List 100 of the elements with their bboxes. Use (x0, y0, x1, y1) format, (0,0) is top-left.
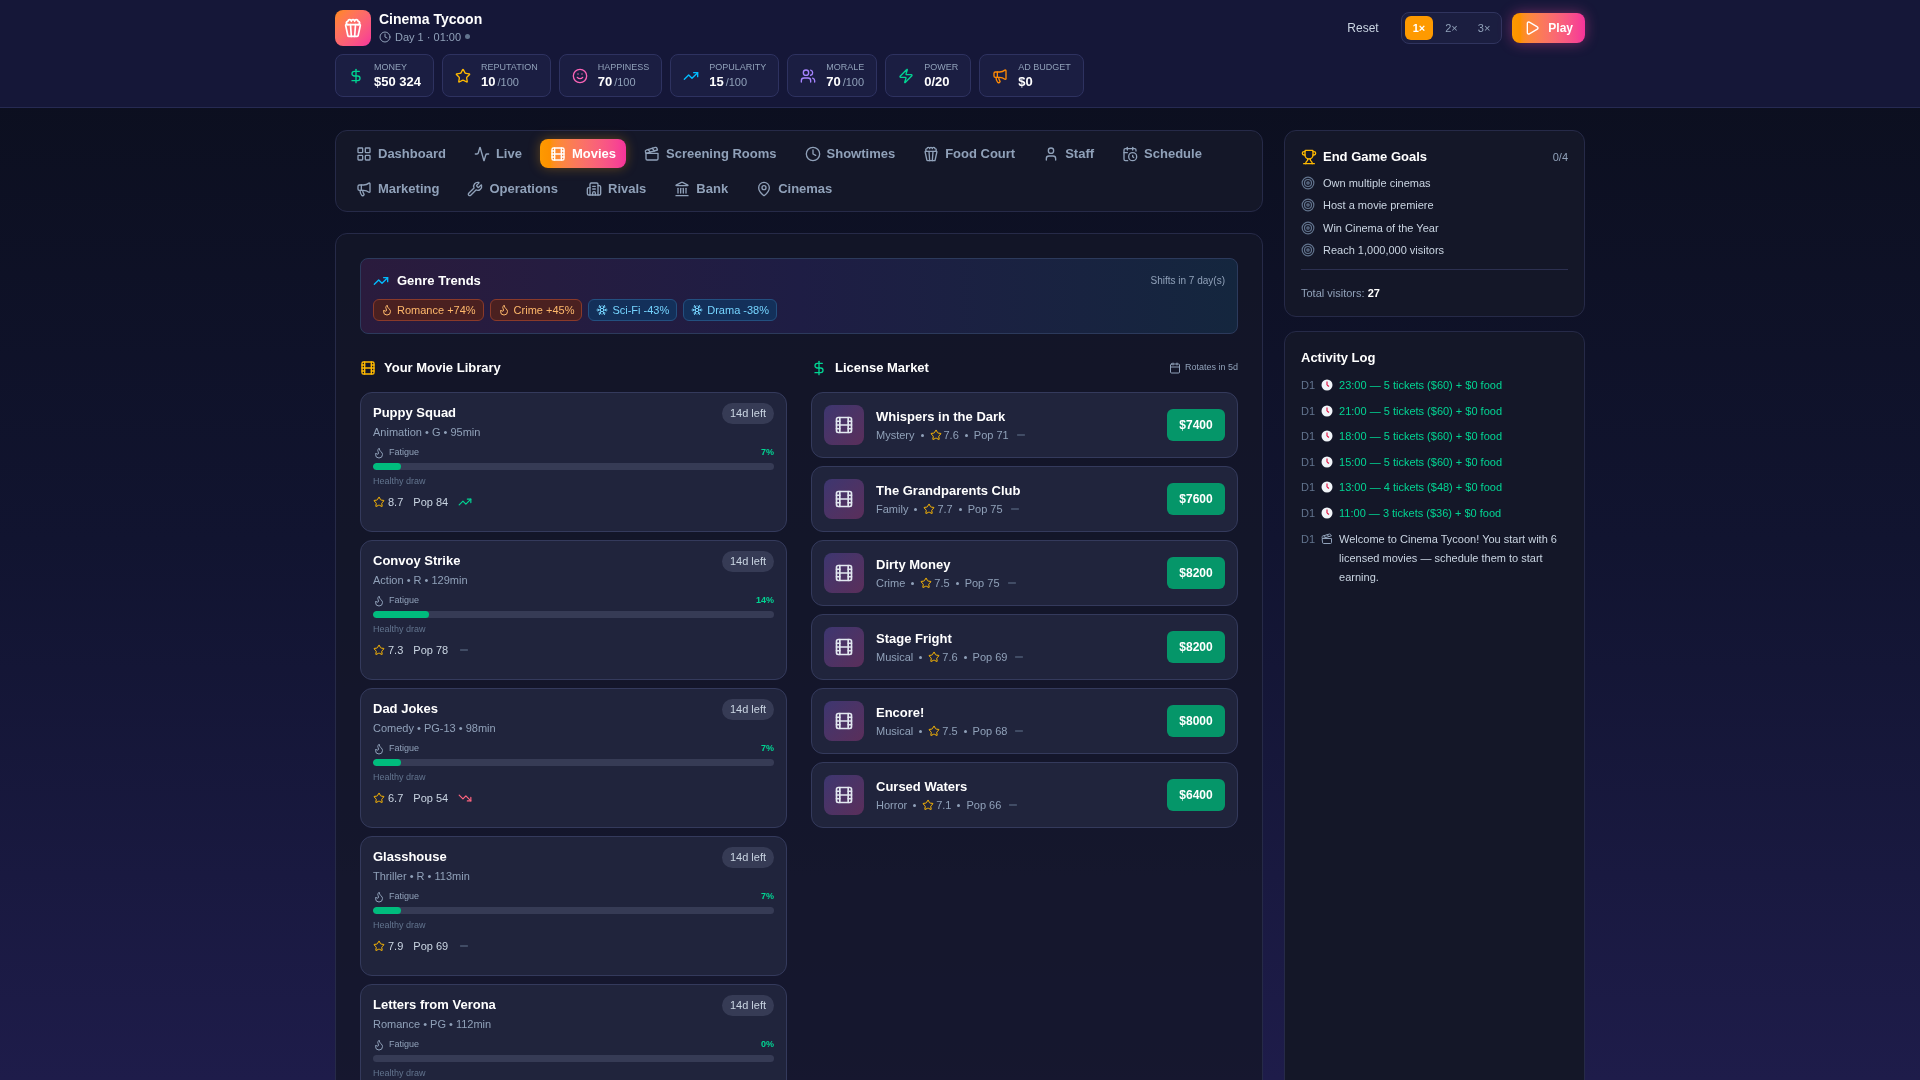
film-icon (824, 405, 864, 445)
buy-license-button[interactable]: $7600 (1167, 483, 1225, 515)
section-title: End Game Goals (1323, 148, 1428, 166)
log-day: D1 (1301, 504, 1316, 521)
days-left-badge: 14d left (721, 551, 774, 572)
nav-tab[interactable]: Operations (457, 174, 569, 203)
offer-popularity: Pop 75 (967, 502, 1003, 517)
draw-status: Healthy draw (373, 622, 427, 636)
offer-title: Dirty Money (876, 555, 952, 574)
clock-icon (1321, 506, 1334, 519)
film-icon (549, 145, 566, 162)
days-left-badge: 14d left (721, 699, 774, 720)
buy-license-button[interactable]: $7400 (1167, 409, 1225, 441)
star-icon (455, 67, 471, 84)
log-text: 13:00 — 4 tickets ($48) + $0 food (1339, 480, 1503, 495)
genre-tag: Drama -38% (683, 298, 777, 321)
nav-tab[interactable]: Live (463, 139, 532, 168)
nav-tab[interactable]: Dashboard (346, 139, 456, 168)
trophy-icon (1301, 148, 1317, 165)
speed-button[interactable]: 2× (1437, 15, 1466, 41)
days-left-badge: 14d left (721, 847, 774, 868)
buy-license-button[interactable]: $8200 (1167, 631, 1225, 663)
star-icon (373, 940, 385, 953)
buy-license-button[interactable]: $8000 (1167, 705, 1225, 737)
movie-title: Glasshouse (373, 848, 448, 866)
movie-rating: 6.7 (388, 791, 404, 806)
offer-rating: 7.6 (942, 650, 958, 665)
film-icon (824, 553, 864, 593)
stat-label: AD BUDGET (1018, 63, 1071, 72)
movie-meta: Action • R • 129min (373, 572, 468, 588)
clock-icon (1321, 455, 1334, 468)
clock-icon (804, 145, 821, 162)
star-icon (922, 799, 935, 812)
stat-value: 70 (826, 75, 841, 88)
stat-value: 70 (597, 75, 613, 88)
offer-genre: Mystery (876, 428, 915, 443)
draw-status: Healthy draw (373, 770, 427, 784)
offer-title: The Grandparents Club (876, 481, 1022, 500)
fatigue-reading: 14% (756, 594, 774, 607)
buy-license-button[interactable]: $8200 (1167, 557, 1225, 589)
nav-tab[interactable]: Bank (664, 174, 739, 203)
nav-tab[interactable]: Cinemas (746, 174, 843, 203)
fatigue-reading: 7% (761, 446, 774, 459)
clock-icon (1321, 481, 1334, 494)
buy-license-button[interactable]: $6400 (1167, 779, 1225, 811)
section-title: Your Movie Library (384, 359, 501, 378)
bank-icon (674, 180, 691, 197)
lightning-icon (898, 67, 915, 84)
offer-genre: Horror (876, 798, 908, 813)
movie-title: Letters from Verona (373, 996, 496, 1014)
stat-max: /100 (725, 77, 748, 88)
star-icon (920, 577, 933, 590)
offer-popularity: Pop 75 (964, 576, 1000, 591)
fatigue-label: Fatigue (389, 1038, 420, 1051)
nav-tab[interactable]: Showtimes (794, 139, 906, 168)
app-title: Cinema Tycoon (379, 11, 483, 29)
film-icon (824, 775, 864, 815)
offer-genre: Musical (876, 650, 914, 665)
logo-icon (335, 10, 371, 46)
stat-max: /100 (497, 77, 519, 88)
snowflake-icon (691, 303, 704, 316)
offer-popularity: Pop 68 (972, 724, 1008, 739)
reset-button[interactable]: Reset (1335, 13, 1391, 43)
nav-tab[interactable]: Rivals (576, 174, 657, 203)
clapperboard-icon (644, 145, 660, 162)
nav-tab[interactable]: Food Court (913, 139, 1026, 168)
fatigue-reading: 7% (761, 890, 774, 903)
stat-value: $50 324 (374, 75, 421, 88)
stat-label: MONEY (374, 63, 408, 72)
nav-tab[interactable]: Staff (1033, 139, 1105, 168)
log-text: Welcome to Cinema Tycoon! You start with 6 licensed movies — schedule them to start earning. (1339, 532, 1558, 585)
nav-tab[interactable]: Screening Rooms (634, 139, 787, 168)
clapperboard-icon (1321, 533, 1334, 545)
pin-icon (756, 180, 773, 197)
log-day: D1 (1301, 428, 1316, 445)
offer-genre: Musical (876, 724, 914, 739)
movie-popularity: Pop 84 (413, 495, 449, 510)
stat-label: HAPPINESS (597, 63, 650, 72)
offer-rating: 7.5 (934, 576, 950, 591)
days-left-badge: 14d left (721, 995, 774, 1016)
nav-tab[interactable]: Marketing (346, 174, 450, 203)
nav-tab[interactable]: Schedule (1112, 139, 1212, 168)
genre-tag: Romance +74% (373, 298, 484, 321)
goal-label: Reach 1,000,000 visitors (1323, 243, 1445, 258)
draw-status: Healthy draw (373, 1066, 427, 1080)
clock-icon (1321, 430, 1334, 443)
log-day: D1 (1301, 479, 1316, 496)
offer-popularity: Pop 66 (966, 798, 1002, 813)
shift-note: Shifts in 7 day(s) (1150, 274, 1225, 289)
fatigue-reading: 0% (761, 1038, 774, 1051)
section-title: Activity Log (1301, 348, 1377, 367)
offer-popularity: Pop 69 (972, 650, 1008, 665)
total-visitors: Total visitors: 27 (1301, 286, 1380, 299)
fatigue-label: Fatigue (389, 446, 420, 459)
megaphone-icon (992, 67, 1009, 84)
speed-button[interactable]: 3× (1469, 15, 1499, 41)
stat-max: /100 (614, 77, 636, 88)
goals-count: 0/4 (1552, 149, 1568, 165)
dollar-icon (348, 67, 364, 84)
star-icon (373, 644, 385, 657)
